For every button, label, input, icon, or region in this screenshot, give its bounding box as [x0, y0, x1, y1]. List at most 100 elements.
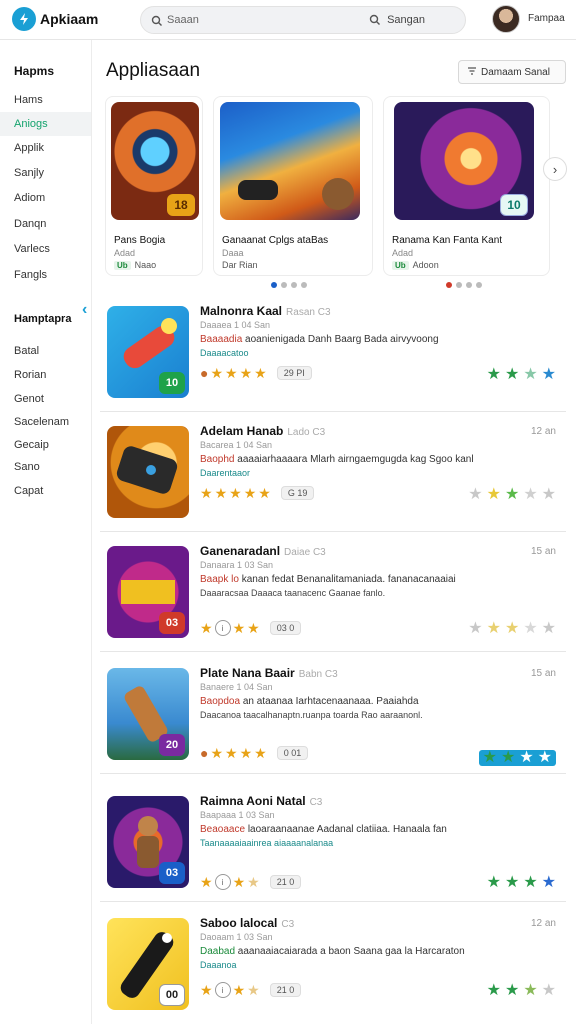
search-bar[interactable]: Saaan Sangan [140, 6, 466, 34]
search-input[interactable]: Saaan [167, 14, 199, 26]
star-icon: ★ [523, 486, 538, 503]
row-title: Malnonra Kaal Rasan C3 [200, 304, 331, 318]
search-button-label: Sangan [387, 14, 425, 26]
sidebar-item[interactable]: Rorian [0, 363, 91, 387]
game-artwork: 10 [107, 306, 189, 398]
collapse-chevron-icon[interactable]: ‹ [82, 301, 87, 319]
star-icon: ★ [232, 982, 246, 998]
sidebar-item[interactable]: Sacelenam [0, 410, 91, 434]
editor-rating: ★ ★ ★ ★ [487, 367, 556, 383]
sidebar-item[interactable]: Adiom [0, 186, 91, 210]
rating-badge: 03 [159, 862, 185, 884]
featured-card[interactable]: 18 Pans Bogia Adad Ub Naao [105, 96, 203, 276]
featured-card[interactable]: Ganaanat Cplgs ataBas Daaa Dar Rian [213, 96, 373, 276]
bulb-icon: ● [200, 745, 209, 761]
star-icon: ★ [519, 749, 534, 766]
row-description-secondary: Daaanoa [200, 960, 237, 970]
app-logo[interactable]: Apkiaam [12, 7, 98, 31]
star-icon: ★ [229, 485, 242, 501]
star-icon: ★ [214, 485, 228, 501]
editor-rating: ★ ★ ★ ★ ★ [468, 620, 556, 637]
game-artwork [220, 102, 360, 220]
page-title: Appliasaan [106, 60, 201, 81]
carousel-next-icon[interactable]: › [543, 157, 567, 181]
top-bar: Apkiaam Saaan Sangan Fampaa [0, 0, 576, 40]
sidebar-section-title: Hamptapra [14, 313, 72, 325]
list-item[interactable]: 03 Ganenaradanl Daiae C3 15 an Danaara 1 … [100, 540, 566, 652]
sidebar-item[interactable]: Genot [0, 387, 91, 411]
star-icon: ★ [504, 486, 520, 503]
sidebar-item[interactable]: Danqn [0, 212, 91, 236]
carousel-dot[interactable] [281, 282, 287, 288]
star-icon: ★ [523, 982, 538, 999]
sidebar: Hapms Hams Aniogs Applik Sanjly Adiom Da… [0, 40, 92, 1024]
game-artwork: 18 [111, 102, 199, 220]
category-tag: Ub [114, 260, 131, 270]
star-icon: ★ [200, 620, 213, 636]
age-badge: 18 [167, 194, 195, 216]
age-badge: 10 [500, 194, 528, 216]
star-icon: ★ [468, 486, 483, 503]
list-item[interactable]: 20 Plate Nana Baair Babn C3 15 an Banaere… [100, 662, 566, 774]
list-item[interactable]: 10 Malnonra Kaal Rasan C3 Daaaea 1 04 San… [100, 300, 566, 412]
search-button[interactable]: Sangan [369, 14, 425, 26]
star-icon: ★ [504, 620, 520, 637]
star-icon: ★ [254, 365, 267, 381]
star-icon: ★ [200, 982, 213, 998]
filter-icon [467, 66, 477, 79]
size-pill: 21 0 [269, 983, 302, 997]
sidebar-item[interactable]: Batal [0, 339, 91, 363]
star-icon: ★ [541, 620, 556, 637]
sidebar-item[interactable]: Sano [0, 455, 91, 479]
game-artwork: 03 [107, 796, 189, 888]
sidebar-section-title: Hapms [14, 64, 55, 78]
game-artwork: 00 [107, 918, 189, 1010]
game-artwork [107, 426, 189, 518]
sidebar-item-active[interactable]: Aniogs [0, 112, 91, 136]
avatar[interactable] [492, 5, 520, 33]
size-pill: 03 0 [269, 621, 302, 635]
star-icon: ★ [200, 874, 213, 890]
star-icon: ★ [541, 982, 556, 999]
list-item[interactable]: 03 Raimna Aoni Natal C3 Baapaaa 1 03 San … [100, 790, 566, 902]
carousel-dot[interactable] [476, 282, 482, 288]
user-rating: ★ ★ ★ ★ ★ G 19 [200, 485, 315, 501]
row-description: Baapk lo kanan fedat Benanalitamaniada. … [200, 574, 456, 585]
game-artwork: 20 [107, 668, 189, 760]
row-description-secondary: Daaaracsaa Daaaca taanacenc Gaanae fanlo… [200, 588, 386, 598]
carousel-dot[interactable] [291, 282, 297, 288]
carousel-dot[interactable] [301, 282, 307, 288]
carousel-dot-active[interactable] [446, 282, 452, 288]
sidebar-item[interactable]: Capat [0, 479, 91, 503]
row-subtitle: Danaara 1 03 San [200, 560, 274, 570]
featured-meta: Dar Rian [222, 260, 258, 270]
sidebar-item[interactable]: Gecaip [0, 433, 91, 457]
sidebar-item[interactable]: Sanjly [0, 161, 91, 185]
sidebar-item[interactable]: Hams [0, 88, 91, 112]
star-icon: ★ [258, 485, 271, 501]
featured-card[interactable]: 10 Ranama Kan Fanta Kant Adad Ub Adoon [383, 96, 550, 276]
row-time: 12 an [530, 918, 556, 929]
row-time: 15 an [530, 668, 556, 679]
row-description: Baopdoa an ataanaa Iarhtacenaanaaa. Paai… [200, 696, 419, 707]
filter-button-label: Damaam Sanal [481, 66, 550, 78]
star-icon: ★ [200, 485, 213, 501]
row-time: 12 an [530, 426, 556, 437]
row-subtitle: Daaaea 1 04 San [200, 320, 271, 330]
filter-button[interactable]: Damaam Sanal [458, 60, 566, 84]
game-artwork: 03 [107, 546, 189, 638]
star-icon: ★ [239, 365, 253, 381]
list-item[interactable]: Adelam Hanab Lado C3 12 an Bacarea 1 04 S… [100, 420, 566, 532]
list-item[interactable]: 00 Saboo lalocal C3 12 an Daoaam 1 03 San… [100, 912, 566, 1024]
user-name[interactable]: Fampaa [528, 13, 565, 24]
carousel-dot[interactable] [456, 282, 462, 288]
sidebar-item[interactable]: Applik [0, 136, 91, 160]
editor-rating: ★ ★ ★ ★ ★ [468, 486, 556, 503]
user-rating: ★ i ★ ★ 03 0 [200, 620, 302, 636]
row-title: Ganenaradanl Daiae C3 [200, 544, 326, 558]
sidebar-item[interactable]: Fangls [0, 263, 91, 287]
carousel-dot-active[interactable] [271, 282, 277, 288]
carousel-dot[interactable] [466, 282, 472, 288]
logo-bolt-icon [12, 7, 36, 31]
sidebar-item[interactable]: Varlecs [0, 237, 91, 261]
